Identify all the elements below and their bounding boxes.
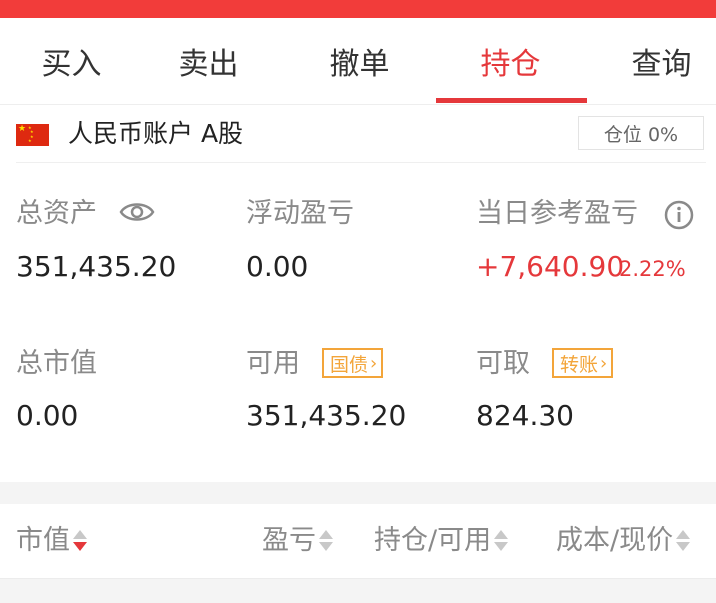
today-pnl-value: +7,640.90: [476, 250, 625, 283]
floating-pnl-value: 0.00: [246, 250, 309, 283]
sort-holding[interactable]: 持仓/可用: [374, 524, 509, 558]
sort-cost[interactable]: 成本/现价: [556, 524, 691, 558]
account-row: ★ ★ ★ ★ ★ 人民币账户 A股 仓位 0%: [0, 104, 716, 162]
treasury-bond-button[interactable]: 国债 ›: [322, 348, 384, 378]
sort-icon: [676, 528, 691, 554]
available-value: 351,435.20: [246, 399, 407, 432]
tab-query[interactable]: 查询: [590, 18, 716, 104]
trade-tabs: 买入 卖出 撤单 持仓 查询: [0, 18, 716, 105]
tab-holdings[interactable]: 持仓: [439, 18, 582, 104]
market-value-value: 0.00: [16, 399, 79, 432]
column-cost: 成本/现价: [556, 525, 674, 556]
tab-cancel[interactable]: 撤单: [288, 18, 431, 104]
withdrawable-label: 可取: [476, 348, 530, 379]
divider: [16, 162, 706, 163]
chevron-right-icon: ›: [370, 352, 378, 374]
transfer-label: 转账: [560, 353, 599, 376]
tab-buy[interactable]: 买入: [0, 18, 143, 104]
total-assets-value: 351,435.20: [16, 250, 177, 283]
list-area: [0, 578, 716, 603]
sort-pnl[interactable]: 盈亏: [262, 524, 333, 558]
china-flag-icon: ★ ★ ★ ★ ★: [16, 124, 49, 146]
status-bar: [0, 0, 716, 18]
available-label: 可用: [246, 348, 300, 379]
withdrawable-value: 824.30: [476, 399, 574, 432]
column-holding: 持仓/可用: [374, 525, 492, 556]
sort-icon: [494, 528, 509, 554]
total-assets-label: 总资产: [16, 198, 97, 229]
eye-icon[interactable]: [119, 200, 155, 224]
chevron-right-icon: ›: [600, 352, 608, 374]
account-name: 人民币账户 A股: [68, 119, 244, 148]
holdings-table-header: 市值 盈亏 持仓/可用 成本/现价: [0, 504, 716, 578]
section-gap: [0, 482, 716, 504]
treasury-bond-label: 国债: [330, 353, 369, 376]
sort-icon: [319, 528, 333, 554]
column-pnl: 盈亏: [262, 525, 316, 556]
active-tab-indicator: [436, 98, 587, 103]
today-pnl-percent: 2.22%: [619, 257, 686, 281]
market-value-label: 总市值: [16, 348, 97, 379]
column-market-value: 市值: [16, 525, 70, 556]
position-ratio-badge: 仓位 0%: [578, 116, 704, 150]
transfer-button[interactable]: 转账 ›: [552, 348, 614, 378]
sort-icon: [73, 528, 87, 554]
today-pnl-label: 当日参考盈亏: [476, 198, 638, 229]
tab-sell[interactable]: 卖出: [137, 18, 280, 104]
floating-pnl-label: 浮动盈亏: [246, 198, 354, 229]
sort-market-value[interactable]: 市值: [16, 524, 87, 558]
info-icon[interactable]: [664, 200, 694, 230]
